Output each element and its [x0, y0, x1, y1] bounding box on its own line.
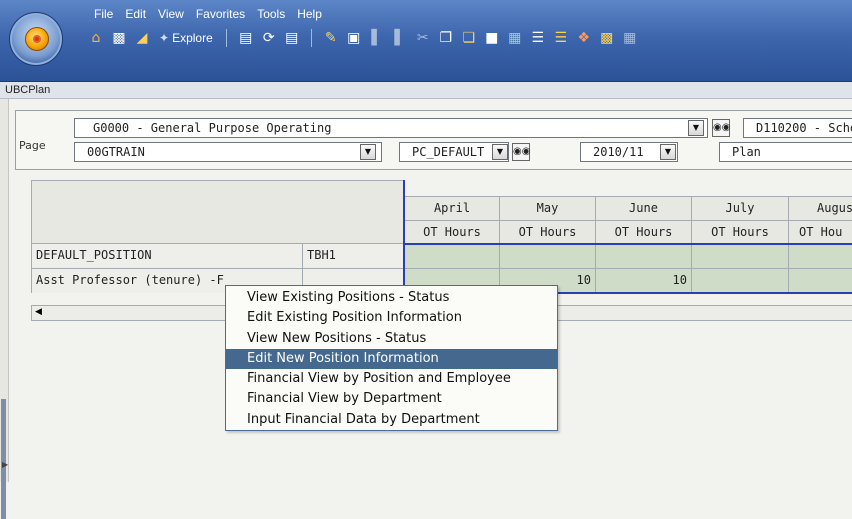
- explore-icon: ✦: [159, 31, 170, 45]
- col-header-measure: OT Hours: [595, 220, 691, 243]
- chart2-icon[interactable]: ▌: [390, 28, 410, 48]
- left-rail: [0, 99, 9, 519]
- pc-value: PC_DEFAULT: [412, 145, 485, 159]
- menu-item-edit-existing-position[interactable]: Edit Existing Position Information: [226, 308, 557, 328]
- fund-value: G0000 - General Purpose Operating: [93, 121, 332, 135]
- menu-item-view-new-positions[interactable]: View New Positions - Status: [226, 329, 557, 349]
- pin-icon[interactable]: ❖: [574, 28, 594, 48]
- menu-bar: File Edit View Favorites Tools Help: [88, 4, 328, 24]
- rail-grip[interactable]: [1, 399, 6, 519]
- grid-corner: [31, 180, 404, 243]
- spellcheck-icon[interactable]: ■: [482, 28, 502, 48]
- app-logo-icon: [25, 27, 49, 51]
- selection-outline-top: [404, 243, 852, 245]
- fund-dropdown[interactable]: G0000 - General Purpose Operating: [74, 118, 708, 138]
- menu-item-view-existing-positions[interactable]: View Existing Positions - Status: [226, 288, 557, 308]
- col-header-measure: OT Hou: [788, 220, 852, 243]
- year-dropdown-arrow-icon[interactable]: ▼: [660, 144, 676, 160]
- scenario-dropdown[interactable]: Plan: [719, 142, 852, 162]
- cut-icon[interactable]: ✂: [413, 28, 433, 48]
- app-toolbar-band: File Edit View Favorites Tools Help ⌂ ▩ …: [0, 0, 852, 82]
- menu-item-input-financial-data[interactable]: Input Financial Data by Department: [226, 410, 557, 430]
- scenario-value: Plan: [732, 145, 761, 159]
- grid-icon[interactable]: ▦: [620, 28, 640, 48]
- data-cell[interactable]: 10: [595, 268, 691, 293]
- pc-dropdown-arrow-icon[interactable]: ▼: [492, 144, 508, 160]
- data-cell[interactable]: [499, 243, 595, 268]
- menu-item-financial-view-department[interactable]: Financial View by Department: [226, 389, 557, 409]
- page-label: Page: [19, 139, 46, 152]
- data-cell[interactable]: [595, 243, 691, 268]
- map-icon[interactable]: ▦: [505, 28, 525, 48]
- data-cell[interactable]: [788, 268, 852, 293]
- menu-edit[interactable]: Edit: [119, 4, 152, 24]
- fund-find-icon[interactable]: ◉◉: [712, 119, 730, 137]
- page-selector-panel: Page G0000 - General Purpose Operating ▼…: [15, 110, 852, 170]
- home-icon[interactable]: ⌂: [86, 28, 106, 48]
- col-header-measure: OT Hours: [404, 220, 499, 243]
- col-header-month[interactable]: Augus: [788, 196, 852, 220]
- menu-help[interactable]: Help: [291, 4, 328, 24]
- tree-icon[interactable]: ☰: [528, 28, 548, 48]
- col-header-measure: OT Hours: [691, 220, 788, 243]
- year-value: 2010/11: [593, 145, 644, 159]
- data-cell[interactable]: [691, 268, 788, 293]
- org-value: 00GTRAIN: [87, 145, 145, 159]
- menu-item-edit-new-position[interactable]: Edit New Position Information: [226, 348, 557, 370]
- lock-icon[interactable]: ▣: [344, 28, 364, 48]
- explore-button[interactable]: ✦ Explore: [155, 31, 217, 45]
- row-code[interactable]: TBH1: [302, 243, 404, 268]
- col-header-month[interactable]: May: [499, 196, 595, 220]
- rail-expand-icon[interactable]: ▶: [2, 460, 8, 469]
- list-icon[interactable]: ☰: [551, 28, 571, 48]
- explore-label: Explore: [172, 31, 213, 45]
- toolbar-separator: [310, 29, 312, 47]
- freeze-divider: [403, 180, 405, 293]
- chart-icon[interactable]: ▌: [367, 28, 387, 48]
- refresh-icon[interactable]: ⟳: [259, 28, 279, 48]
- save-icon[interactable]: ▤: [236, 28, 256, 48]
- window-title: UBCPlan: [0, 82, 852, 99]
- open-folder-icon[interactable]: ◢: [132, 28, 152, 48]
- org-dropdown[interactable]: 00GTRAIN: [74, 142, 382, 162]
- col-header-month[interactable]: April: [404, 196, 499, 220]
- toolbar: ⌂ ▩ ◢ ✦ Explore ▤ ⟳ ▤ ✎ ▣ ▌ ▌ ✂ ❐ ❏ ■ ▦ …: [86, 26, 640, 50]
- data-cell[interactable]: [404, 243, 499, 268]
- report-icon[interactable]: ▩: [597, 28, 617, 48]
- new-doc-icon[interactable]: ▩: [109, 28, 129, 48]
- menu-view[interactable]: View: [152, 4, 190, 24]
- col-header-month[interactable]: July: [691, 196, 788, 220]
- dept-dropdown[interactable]: D110200 - Scho: [743, 118, 852, 138]
- edit-icon[interactable]: ✎: [321, 28, 341, 48]
- org-dropdown-arrow-icon[interactable]: ▼: [360, 144, 376, 160]
- menu-item-financial-view-position[interactable]: Financial View by Position and Employee: [226, 369, 557, 389]
- menu-favorites[interactable]: Favorites: [190, 4, 251, 24]
- row-label[interactable]: DEFAULT_POSITION: [31, 243, 302, 268]
- data-cell[interactable]: [691, 243, 788, 268]
- app-orb-button[interactable]: [9, 12, 63, 66]
- col-header-measure: OT Hours: [499, 220, 595, 243]
- scroll-left-icon[interactable]: ◀: [35, 307, 42, 317]
- pc-find-icon[interactable]: ◉◉: [512, 143, 530, 161]
- paste-icon[interactable]: ❏: [459, 28, 479, 48]
- col-header-month[interactable]: June: [595, 196, 691, 220]
- dept-value: D110200 - Scho: [756, 121, 852, 135]
- print-icon[interactable]: ▤: [282, 28, 302, 48]
- copy-icon[interactable]: ❐: [436, 28, 456, 48]
- toolbar-separator: [225, 29, 227, 47]
- menu-tools[interactable]: Tools: [251, 4, 291, 24]
- data-cell[interactable]: [788, 243, 852, 268]
- menu-file[interactable]: File: [88, 4, 119, 24]
- context-menu: View Existing Positions - Status Edit Ex…: [225, 285, 558, 431]
- fund-dropdown-arrow-icon[interactable]: ▼: [688, 120, 704, 136]
